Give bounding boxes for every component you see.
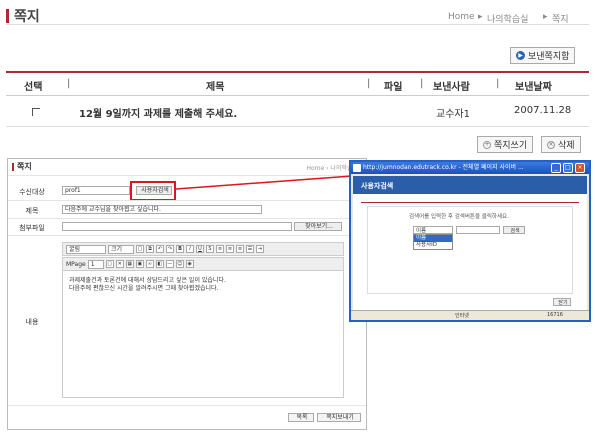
option-userid[interactable]: 사용자ID [414, 242, 452, 249]
search-field-select[interactable]: 이름 [413, 226, 453, 234]
popup-header-title: 사용자검색 [361, 182, 394, 190]
popup-statusbar: 인터넷 16716 [351, 310, 589, 320]
option-name[interactable]: 이름 [414, 235, 452, 242]
close-icon[interactable]: × [575, 163, 585, 173]
maximize-icon[interactable]: □ [563, 163, 573, 173]
popup-close-button[interactable]: 닫기 [553, 298, 571, 306]
ie-icon [353, 164, 361, 172]
popup-search-button[interactable]: 검색 [503, 226, 525, 234]
status-zone: 인터넷 [455, 313, 469, 319]
popup-body: 검색어를 입력한 후 검색버튼을 클릭하세요. 이름 이름 사용자ID 검색 닫… [353, 194, 587, 310]
popup-header: 사용자검색 [353, 176, 587, 194]
minimize-icon[interactable]: _ [551, 163, 561, 173]
search-keyword-input[interactable] [456, 226, 500, 234]
status-zoom: 16716 [547, 312, 563, 318]
popup-instruction: 검색어를 입력한 후 검색버튼을 클릭하세요. [409, 214, 509, 220]
user-search-popup: http://jumnodan.edutrack.co.kr - 전체열 페이지… [349, 160, 591, 322]
